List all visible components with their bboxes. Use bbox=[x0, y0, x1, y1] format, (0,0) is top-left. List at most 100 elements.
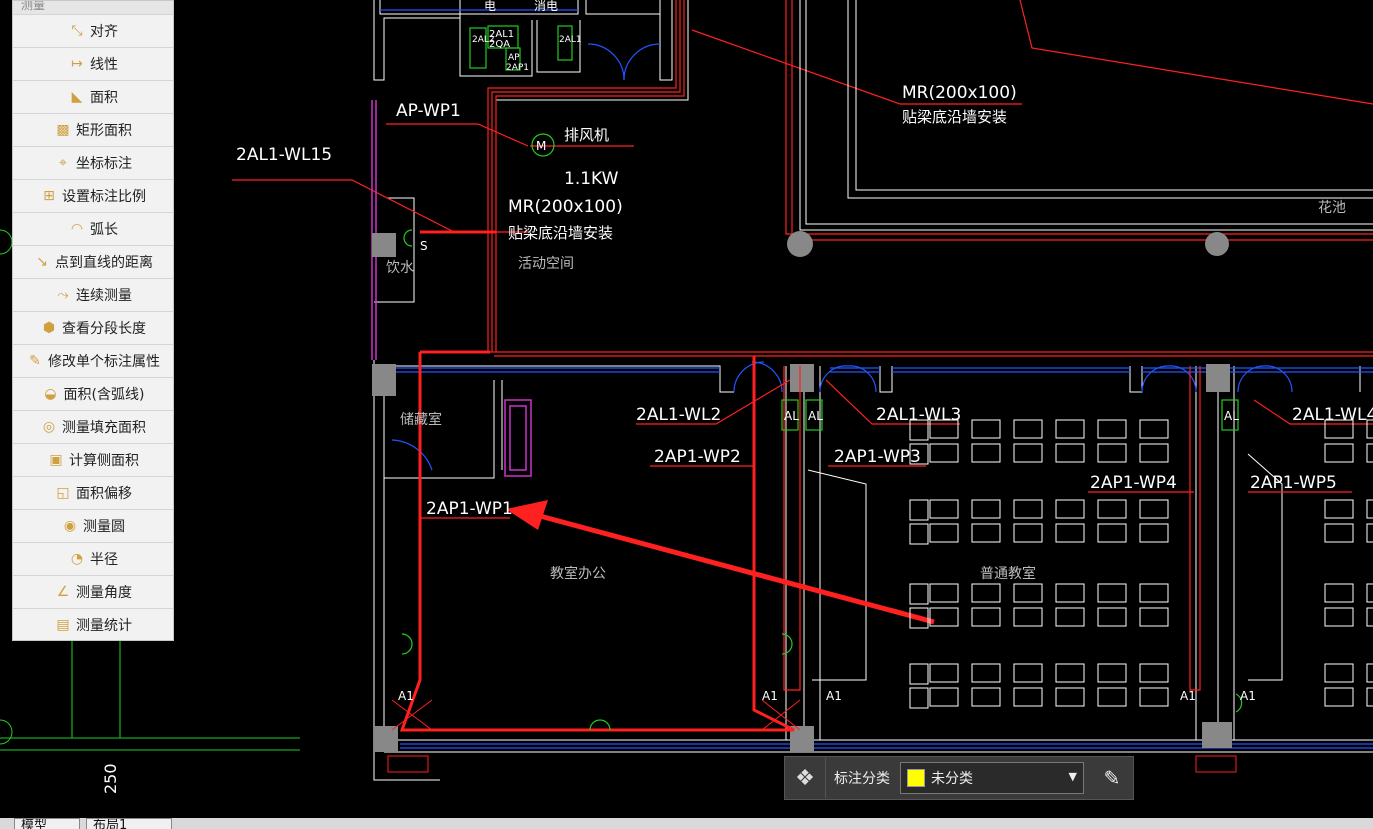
measure-tool-17[interactable]: ∠ 测量角度 bbox=[13, 575, 173, 608]
desk bbox=[1097, 443, 1127, 463]
label-wp1: 2AP1-WP1 bbox=[426, 499, 513, 519]
desk bbox=[929, 499, 959, 519]
annotation-category-label: 标注分类 bbox=[834, 771, 890, 787]
measure-tool-5[interactable]: ⊞ 设置标注比例 bbox=[13, 179, 173, 212]
desk bbox=[909, 663, 929, 685]
measure-tool-label: 面积 bbox=[90, 90, 118, 106]
measure-tool-16[interactable]: ◔ 半径 bbox=[13, 542, 173, 575]
measure-tool-1[interactable]: ↦ 线性 bbox=[13, 47, 173, 80]
desk bbox=[929, 663, 959, 683]
desk bbox=[971, 443, 1001, 463]
statistics-icon: ▤ bbox=[56, 617, 70, 633]
desk bbox=[1366, 443, 1373, 463]
label-office: 教室办公 bbox=[550, 565, 606, 582]
label-fan: 排风机 bbox=[564, 126, 609, 144]
desk bbox=[1324, 499, 1354, 519]
desk bbox=[971, 523, 1001, 543]
classroom-desks bbox=[909, 419, 1373, 709]
desk bbox=[1139, 607, 1169, 627]
label-wl4: 2AL1-WL4 bbox=[1292, 405, 1373, 425]
desk bbox=[1097, 419, 1127, 439]
category-color-swatch bbox=[907, 769, 925, 787]
arc-length-icon: ◠ bbox=[70, 221, 84, 237]
aligned-dimension-icon: ⤡ bbox=[71, 23, 83, 39]
measure-tool-2[interactable]: ◣ 面积 bbox=[13, 80, 173, 113]
label-garden: 花池 bbox=[1318, 200, 1346, 216]
riser-line bbox=[371, 100, 532, 477]
measure-tool-label: 测量圆 bbox=[83, 519, 125, 535]
desk bbox=[1055, 419, 1085, 439]
desk bbox=[929, 687, 959, 707]
desk bbox=[1097, 583, 1127, 603]
desk bbox=[1324, 663, 1354, 683]
label-classroom: 普通教室 bbox=[980, 565, 1036, 582]
measure-tool-7[interactable]: ↘ 点到直线的距离 bbox=[13, 245, 173, 278]
label-wp5: 2AP1-WP5 bbox=[1250, 473, 1337, 493]
annotation-arrow[interactable] bbox=[506, 500, 935, 625]
measure-tool-18[interactable]: ▤ 测量统计 bbox=[13, 608, 173, 641]
measure-tool-14[interactable]: ◱ 面积偏移 bbox=[13, 476, 173, 509]
layout-tabs: 模型 布局1 bbox=[0, 818, 1373, 829]
desk bbox=[1324, 523, 1354, 543]
measure-tool-4[interactable]: ⌖ 坐标标注 bbox=[13, 146, 173, 179]
measure-tool-label: 测量填充面积 bbox=[62, 420, 146, 436]
label-a1: A1 bbox=[1240, 689, 1256, 703]
arc-area-icon: ◒ bbox=[44, 386, 57, 402]
label-mr-left-note: 贴梁底沿墙安装 bbox=[508, 224, 613, 242]
measure-tool-8[interactable]: ⤳ 连续测量 bbox=[13, 278, 173, 311]
measure-tool-6[interactable]: ◠ 弧长 bbox=[13, 212, 173, 245]
label-mr-right: MR(200x100) bbox=[902, 83, 1017, 103]
desk bbox=[909, 499, 929, 521]
label-top-xiaodian: 消电 bbox=[534, 0, 558, 13]
measure-panel: 测量 ⤡ 对齐 ↦ 线性 ◣ 面积 ▩ 矩形面积 ⌖ 坐标标注 ⊞ 设置标注比例 ◠ 弧长 ↘ 点到直线的距离… bbox=[12, 0, 174, 641]
desk bbox=[971, 687, 1001, 707]
desk bbox=[1013, 583, 1043, 603]
measure-tool-10[interactable]: ✎ 修改单个标注属性 bbox=[13, 344, 173, 377]
label-storage: 储藏室 bbox=[400, 411, 442, 428]
desk bbox=[929, 607, 959, 627]
measure-tool-label: 矩形面积 bbox=[76, 123, 132, 139]
measure-tool-label: 面积偏移 bbox=[76, 486, 132, 502]
tab-model[interactable]: 模型 bbox=[14, 818, 80, 829]
measure-tool-9[interactable]: ⬢ 查看分段长度 bbox=[13, 311, 173, 344]
label-a1: A1 bbox=[826, 689, 842, 703]
label-mr-right-note: 贴梁底沿墙安装 bbox=[902, 108, 1007, 126]
label-al1e-box: 2AL1 bbox=[559, 35, 582, 45]
desk bbox=[1055, 523, 1085, 543]
radius-icon: ◔ bbox=[70, 551, 84, 567]
measure-tool-0[interactable]: ⤡ 对齐 bbox=[13, 14, 173, 47]
desk bbox=[909, 583, 929, 605]
measure-tool-13[interactable]: ▣ 计算侧面积 bbox=[13, 443, 173, 476]
edit-dimension-icon: ✎ bbox=[29, 353, 41, 369]
desk bbox=[1324, 583, 1354, 603]
measure-tool-15[interactable]: ◉ 测量圆 bbox=[13, 509, 173, 542]
label-al: AL bbox=[808, 409, 823, 423]
label-a1: A1 bbox=[398, 689, 414, 703]
side-area-icon: ▣ bbox=[49, 452, 63, 468]
measure-tool-label: 面积(含弧线) bbox=[63, 387, 145, 403]
annotation-edit-button[interactable]: ✎ bbox=[1092, 758, 1132, 798]
annotation-grid-button[interactable]: ❖ bbox=[785, 758, 826, 798]
circuit-wp1 bbox=[399, 350, 795, 732]
label-activity-space: 活动空间 bbox=[518, 256, 574, 272]
measure-tool-label: 点到直线的距离 bbox=[55, 255, 153, 271]
label-fan-power: 1.1KW bbox=[564, 169, 619, 189]
desk bbox=[1055, 583, 1085, 603]
label-al1-wl15: 2AL1-WL15 bbox=[236, 145, 332, 165]
desk bbox=[1366, 523, 1373, 543]
fill-area-icon: ◎ bbox=[42, 419, 56, 435]
measure-tool-label: 对齐 bbox=[90, 24, 118, 40]
measure-tool-label: 测量统计 bbox=[76, 618, 132, 634]
tab-layout1[interactable]: 布局1 bbox=[86, 818, 172, 829]
measure-tool-11[interactable]: ◒ 面积(含弧线) bbox=[13, 377, 173, 410]
measure-tool-12[interactable]: ◎ 测量填充面积 bbox=[13, 410, 173, 443]
desk bbox=[1097, 687, 1127, 707]
annotation-category-select[interactable]: 未分类 ▼ bbox=[900, 762, 1084, 794]
label-wp3: 2AP1-WP3 bbox=[834, 447, 921, 467]
measure-tool-3[interactable]: ▩ 矩形面积 bbox=[13, 113, 173, 146]
label-al2-box: 2AL2 bbox=[472, 35, 495, 45]
desk bbox=[1013, 419, 1043, 439]
desk bbox=[929, 523, 959, 543]
desk bbox=[1013, 499, 1043, 519]
cad-drawing-canvas[interactable]: AP-WP1 2AL1-WL15 排风机 1.1KW MR(200x100) 贴… bbox=[0, 0, 1373, 829]
